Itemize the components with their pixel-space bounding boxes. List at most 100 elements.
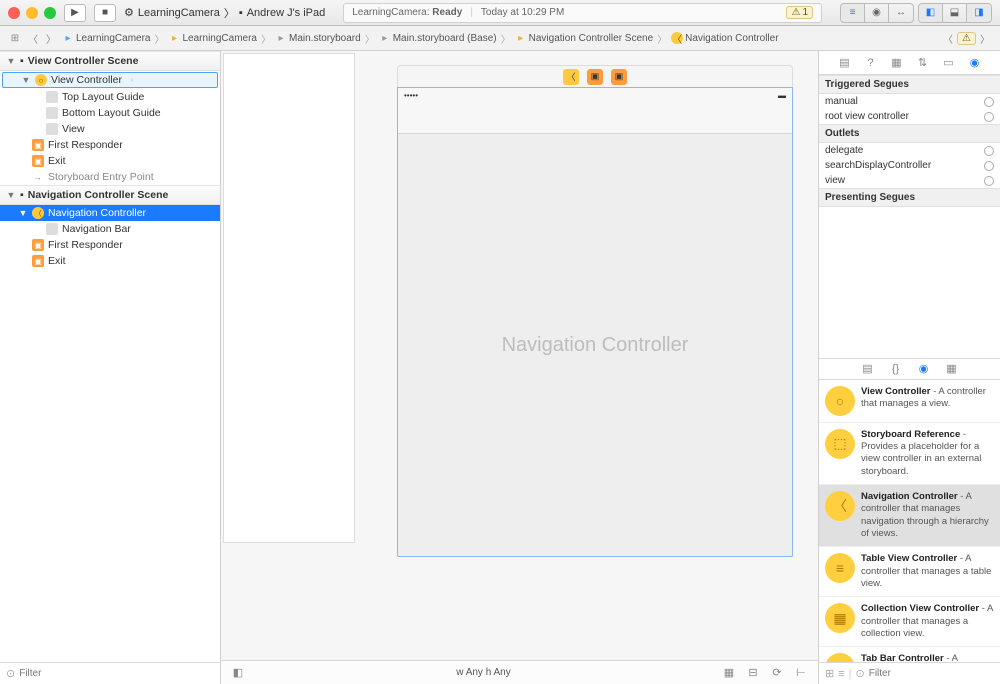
forward-button[interactable]: 〉 [42, 29, 60, 47]
navigation-controller-scene[interactable]: 〈 ▣ ▣ ••••• ▬ Navigation Controller [397, 65, 793, 559]
resolve-icon[interactable]: ⟳ [768, 664, 786, 682]
filter-icon: ⊙ [856, 667, 865, 680]
tree-item[interactable]: Navigation Bar [0, 221, 220, 237]
tree-item[interactable]: ▣Exit [0, 153, 220, 169]
project-icon: ▸ [62, 32, 74, 44]
media-library-tab[interactable]: ▦ [944, 361, 960, 377]
object-library-tab[interactable]: ◉ [916, 361, 932, 377]
connection-outlet-icon[interactable] [984, 112, 994, 122]
activity-status: LearningCamera: Ready | Today at 10:29 P… [343, 3, 822, 23]
back-button[interactable]: 〈 [24, 29, 42, 47]
object-library[interactable]: ○View Controller - A controller that man… [819, 380, 1000, 663]
exit-icon: ▣ [32, 255, 44, 267]
editor-mode-segment[interactable]: ≡ ◉ ↔ [840, 3, 914, 23]
attributes-inspector-tab[interactable]: ⇅ [915, 55, 931, 71]
tree-view-controller[interactable]: ▼○View Controller◦ [2, 72, 218, 88]
tree-item[interactable]: →Storyboard Entry Point [0, 169, 220, 185]
library-item[interactable]: ⬚Storyboard Reference - Provides a place… [819, 423, 1000, 485]
toggle-outline-icon[interactable]: ◧ [229, 664, 247, 682]
controller-icon: 〈 [671, 32, 683, 44]
connection-outlet-icon[interactable] [984, 176, 994, 186]
assistant-editor-icon[interactable]: ◉ [865, 4, 889, 22]
close-window[interactable] [8, 7, 20, 19]
warning-badge[interactable]: ⚠ 1 [786, 6, 813, 19]
simulated-nav-bar[interactable]: ••••• ▬ [398, 88, 792, 134]
chevron-right-icon: 〉 [224, 5, 235, 21]
breadcrumb[interactable]: ▸LearningCamera〉 ▸LearningCamera〉 ▸Main.… [60, 31, 781, 46]
tree-item[interactable]: Top Layout Guide [0, 89, 220, 105]
library-filter-input[interactable] [869, 668, 1000, 679]
size-class-control[interactable]: w Any h Any [247, 667, 720, 678]
scene-icon: ▪ [20, 55, 24, 67]
scene-header[interactable]: ▼▪Navigation Controller Scene [0, 185, 220, 205]
jump-warning-badge[interactable]: ⚠ [957, 32, 976, 45]
tree-item[interactable]: ▣Exit [0, 253, 220, 269]
align-icon[interactable]: ▦ [720, 664, 738, 682]
library-item[interactable]: ▭Tab Bar Controller - A controller that … [819, 647, 1000, 662]
library-item[interactable]: 〈Navigation Controller - A controller th… [819, 485, 1000, 547]
scene-dock[interactable]: 〈 ▣ ▣ [397, 65, 793, 87]
library-item-icon: ▦ [825, 603, 855, 633]
next-issue[interactable]: 〉 [976, 29, 994, 47]
canvas[interactable]: 〈 ▣ ▣ ••••• ▬ Navigation Controller [221, 51, 818, 684]
resize-icon[interactable]: ⊢ [792, 664, 810, 682]
mini-view-scene[interactable] [223, 53, 355, 543]
first-responder-icon: ▣ [32, 139, 44, 151]
related-items-icon[interactable]: ⊞ [6, 29, 24, 47]
inspector-section: Triggered Segues [819, 75, 1000, 94]
identity-inspector-tab[interactable]: ▦ [889, 55, 905, 71]
outline-filter-input[interactable] [19, 668, 214, 679]
left-panel-icon[interactable]: ◧ [919, 4, 943, 22]
scene-header[interactable]: ▼▪View Controller Scene [0, 51, 220, 71]
scheme-selector[interactable]: ⚙ LearningCamera 〉 ▪ Andrew J's iPad [124, 5, 325, 21]
minimize-window[interactable] [26, 7, 38, 19]
library-tabs: ▤ {} ◉ ▦ [819, 358, 1000, 380]
first-responder-icon: ▣ [32, 239, 44, 251]
prev-issue[interactable]: 〈 [939, 29, 957, 47]
connection-row[interactable]: delegate [819, 143, 1000, 158]
bottom-panel-icon[interactable]: ⬓ [943, 4, 967, 22]
tree-navigation-controller[interactable]: ▼〈Navigation Controller [0, 205, 220, 221]
tree-item[interactable]: ▣First Responder [0, 137, 220, 153]
tree-item[interactable]: Bottom Layout Guide [0, 105, 220, 121]
panel-toggle-segment[interactable]: ◧ ⬓ ◨ [918, 3, 992, 23]
storyboard-icon: ▸ [379, 32, 391, 44]
run-button[interactable]: ▶ [64, 4, 86, 22]
exit-dock-icon[interactable]: ▣ [611, 69, 627, 85]
stop-button[interactable]: ■ [94, 4, 116, 22]
scene-icon: ▪ [20, 189, 24, 201]
size-inspector-tab[interactable]: ▭ [941, 55, 957, 71]
entry-point-icon: → [32, 171, 44, 183]
tree-item[interactable]: ▣First Responder [0, 237, 220, 253]
connections-inspector-tab[interactable]: ◉ [967, 55, 983, 71]
library-item[interactable]: ▦Collection View Controller - A controll… [819, 597, 1000, 647]
connection-row[interactable]: searchDisplayController [819, 158, 1000, 173]
document-outline: ▼▪View Controller Scene ▼○View Controlle… [0, 51, 221, 684]
connection-outlet-icon[interactable] [984, 146, 994, 156]
exit-icon: ▣ [32, 155, 44, 167]
file-inspector-tab[interactable]: ▤ [837, 55, 853, 71]
help-inspector-tab[interactable]: ? [863, 55, 879, 71]
tree-item[interactable]: View [0, 121, 220, 137]
zoom-window[interactable] [44, 7, 56, 19]
right-panel-icon[interactable]: ◨ [967, 4, 991, 22]
connection-outlet-icon[interactable] [984, 161, 994, 171]
standard-editor-icon[interactable]: ≡ [841, 4, 865, 22]
library-item[interactable]: ≡Table View Controller - A controller th… [819, 547, 1000, 597]
battery-icon: ▬ [778, 91, 786, 100]
connection-row[interactable]: view [819, 173, 1000, 188]
controller-icon: 〈 [32, 207, 44, 219]
connection-row[interactable]: root view controller [819, 109, 1000, 124]
file-template-tab[interactable]: ▤ [860, 361, 876, 377]
library-item[interactable]: ○View Controller - A controller that man… [819, 380, 1000, 423]
pin-icon[interactable]: ⊟ [744, 664, 762, 682]
version-editor-icon[interactable]: ↔ [889, 4, 913, 22]
connection-outlet-icon[interactable] [984, 97, 994, 107]
list-view-icon[interactable]: ≡ [838, 668, 844, 680]
code-snippet-tab[interactable]: {} [888, 361, 904, 377]
signal-icon: ••••• [404, 91, 418, 100]
grid-view-icon[interactable]: ⊞ [825, 667, 834, 680]
controller-dock-icon[interactable]: 〈 [563, 69, 579, 85]
connection-row[interactable]: manual [819, 94, 1000, 109]
first-responder-dock-icon[interactable]: ▣ [587, 69, 603, 85]
